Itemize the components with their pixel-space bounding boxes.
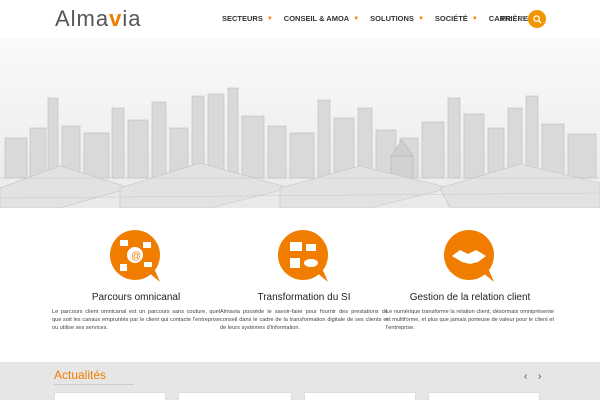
news-thumbnail[interactable] [304,392,416,400]
logo-text-prefix: Alma [55,6,110,31]
chevron-down-icon: ▼ [417,15,424,22]
hero-banner [0,38,600,208]
news-prev-button[interactable]: ‹ [524,371,527,382]
service-title[interactable]: Transformation du SI [220,292,388,303]
news-thumbnail[interactable] [428,392,540,400]
omnichannel-icon[interactable]: @ [108,228,164,284]
news-next-button[interactable]: › [538,371,541,382]
divider [54,384,134,385]
logo-text-v: v [109,6,123,31]
service-title[interactable]: Gestion de la relation client [386,292,554,303]
city-skyline-illustration [0,87,600,208]
nav-item-solutions[interactable]: SOLUTIONS ▼ [370,14,424,23]
logo[interactable]: Almavia [55,6,142,32]
chevron-down-icon: ▼ [471,15,478,22]
nav-item-societe[interactable]: SOCIÉTÉ ▼ [435,14,478,23]
logo-text-suffix: ia [122,6,142,31]
news-title: Actualités [54,368,107,382]
search-icon [532,14,542,24]
main-nav: SECTEURS ▼ CONSEIL & AMOA ▼ SOLUTIONS ▼ SOC… [222,14,549,23]
news-thumbnail[interactable] [178,392,292,400]
news-section: Actualités ‹ › [0,362,600,400]
service-description: Le numérique transforme la relation clie… [386,309,554,331]
service-transformation-si: Transformation du SI Almavia possède le … [220,228,388,332]
lang-separator: | [514,14,517,23]
lang-fr[interactable]: FR [501,14,511,23]
service-description: Almavia possède le savoir-faire pour fou… [220,309,388,331]
search-button[interactable] [528,10,546,28]
service-description: Le parcours client omnicanal est un parc… [52,309,220,331]
service-title[interactable]: Parcours omnicanal [52,292,220,303]
news-thumbnail[interactable] [54,392,166,400]
handshake-icon[interactable] [442,228,498,284]
service-omnicanal: @ Parcours omnicanal Le parcours client … [52,228,220,332]
site-header: Almavia SECTEURS ▼ CONSEIL & AMOA ▼ SOLUTI… [0,0,600,38]
nav-item-conseil[interactable]: CONSEIL & AMOA ▼ [284,14,359,23]
service-relation-client: Gestion de la relation client Le numériq… [386,228,554,332]
svg-text:@: @ [131,251,141,262]
chevron-down-icon: ▼ [353,15,360,22]
it-transformation-icon[interactable] [276,228,332,284]
chevron-down-icon: ▼ [266,15,273,22]
language-switcher: FR | EN [501,14,530,23]
nav-item-secteurs[interactable]: SECTEURS ▼ [222,14,273,23]
